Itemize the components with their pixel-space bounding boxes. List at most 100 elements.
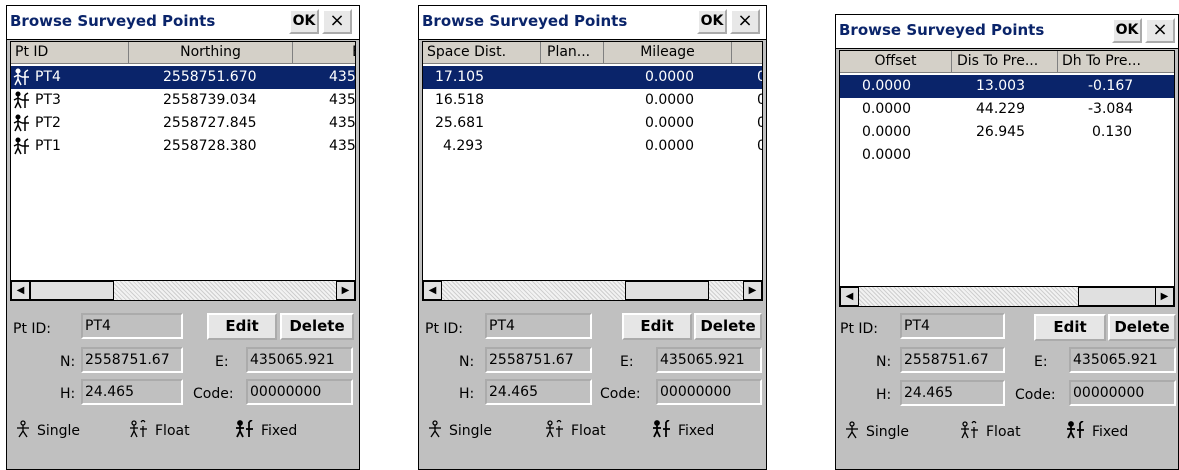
- column-header-pt-id[interactable]: Pt ID: [11, 42, 129, 64]
- cell-northing: 2558728.380: [163, 138, 257, 154]
- height-label: H:: [876, 387, 892, 403]
- code-field[interactable]: 00000000: [246, 379, 353, 405]
- delete-button[interactable]: Delete: [694, 313, 762, 340]
- table-row[interactable]: 0.0000 26.945 0.130: [840, 121, 1174, 144]
- cell-pt-id: PT3: [35, 92, 61, 108]
- easting-field[interactable]: 435065.921: [246, 347, 353, 373]
- legend-float-label: Float: [571, 423, 606, 439]
- easting-field[interactable]: 435065.921: [656, 347, 762, 373]
- edit-button[interactable]: Edit: [622, 313, 692, 340]
- cell-easting: 435: [329, 138, 356, 154]
- scroll-right-icon[interactable]: ▶: [1155, 287, 1174, 306]
- ok-button[interactable]: OK: [697, 9, 727, 34]
- column-header-offset[interactable]: Offset: [840, 51, 952, 73]
- column-header-northing[interactable]: Northing: [129, 42, 293, 64]
- pt-id-field[interactable]: PT4: [81, 313, 183, 339]
- cell-extra: 0: [757, 66, 762, 89]
- pt-id-label: Pt ID:: [425, 321, 464, 337]
- cell-easting: 435: [329, 69, 356, 85]
- height-field[interactable]: 24.465: [900, 380, 1005, 406]
- column-header-dh-to-pre[interactable]: Dh To Pre...: [1058, 51, 1174, 73]
- table-row[interactable]: PT3 2558739.034 435: [11, 89, 355, 112]
- window-title: Browse Surveyed Points: [422, 12, 628, 30]
- cell-mileage: 0.0000: [645, 115, 694, 131]
- legend-single-label: Single: [37, 423, 81, 439]
- points-list[interactable]: Pt ID Northing E PT4 2558751.670 435 PT3…: [10, 41, 356, 301]
- table-row[interactable]: PT4 2558751.670 435: [11, 66, 355, 89]
- float-point-icon: [960, 420, 980, 443]
- legend-fixed-label: Fixed: [261, 423, 298, 439]
- height-label: H:: [459, 386, 475, 402]
- fixed-point-icon: [1066, 420, 1086, 443]
- northing-field[interactable]: 2558751.67: [900, 347, 1005, 373]
- ok-button[interactable]: OK: [1112, 18, 1142, 43]
- cell-mileage: 0.0000: [645, 69, 694, 85]
- scrollbar-thumb[interactable]: [30, 281, 114, 300]
- scroll-right-icon[interactable]: ▶: [336, 281, 355, 300]
- pt-id-label: Pt ID:: [840, 321, 879, 337]
- scroll-right-icon[interactable]: ▶: [743, 281, 762, 300]
- table-row[interactable]: 16.518 0.0000 0: [423, 89, 762, 112]
- legend-fixed-label: Fixed: [1092, 424, 1129, 440]
- single-point-icon: [427, 420, 443, 442]
- scroll-left-icon[interactable]: ◀: [840, 287, 859, 306]
- column-header-dis-to-pre[interactable]: Dis To Pre...: [952, 51, 1058, 73]
- northing-field[interactable]: 2558751.67: [485, 347, 592, 373]
- cell-northing: 2558739.034: [163, 92, 257, 108]
- fixed-point-icon: [235, 419, 255, 442]
- delete-button[interactable]: Delete: [280, 313, 354, 340]
- scroll-left-icon[interactable]: ◀: [11, 281, 30, 300]
- table-row[interactable]: 0.0000 13.003 -0.167: [840, 75, 1174, 98]
- scrollbar-thumb[interactable]: [1078, 287, 1158, 306]
- table-row[interactable]: 25.681 0.0000 0: [423, 112, 762, 135]
- edit-button[interactable]: Edit: [1034, 314, 1106, 341]
- column-header-mileage[interactable]: Mileage: [604, 42, 732, 64]
- column-header-extra[interactable]: [732, 42, 762, 64]
- column-header-easting[interactable]: E: [293, 42, 355, 64]
- delete-button[interactable]: Delete: [1108, 314, 1176, 341]
- legend-fixed-label: Fixed: [678, 423, 715, 439]
- cell-pt-id: PT2: [35, 115, 61, 131]
- table-row[interactable]: 0.0000: [840, 144, 1174, 167]
- horizontal-scrollbar[interactable]: ◀ ▶: [840, 286, 1174, 306]
- horizontal-scrollbar[interactable]: ◀ ▶: [423, 280, 762, 300]
- northing-field[interactable]: 2558751.67: [81, 347, 183, 373]
- points-list[interactable]: Space Dist. Plan... Mileage 17.105 0.000…: [422, 41, 763, 301]
- column-header-space-dist[interactable]: Space Dist.: [423, 42, 541, 64]
- table-row[interactable]: PT1 2558728.380 435: [11, 135, 355, 158]
- scrollbar-thumb[interactable]: [625, 281, 709, 300]
- points-list[interactable]: Offset Dis To Pre... Dh To Pre... 0.0000…: [839, 50, 1175, 307]
- table-row[interactable]: 17.105 0.0000 0: [423, 66, 762, 89]
- legend-fixed: Fixed: [652, 419, 715, 442]
- legend-single: Single: [15, 420, 80, 442]
- height-field[interactable]: 24.465: [81, 379, 183, 405]
- close-button[interactable]: ×: [1145, 18, 1175, 43]
- edit-button[interactable]: Edit: [207, 313, 277, 340]
- table-row[interactable]: 4.293 0.0000 0: [423, 135, 762, 158]
- cell-space-dist: 4.293: [443, 138, 484, 154]
- northing-label: N:: [876, 354, 892, 370]
- table-row[interactable]: 0.0000 44.229 -3.084: [840, 98, 1174, 121]
- close-button[interactable]: ×: [730, 9, 760, 34]
- horizontal-scrollbar[interactable]: ◀ ▶: [11, 280, 355, 300]
- close-button[interactable]: ×: [322, 9, 352, 34]
- code-field[interactable]: 00000000: [656, 379, 762, 405]
- pt-id-field[interactable]: PT4: [485, 313, 592, 339]
- cell-mileage: 0.0000: [645, 92, 694, 108]
- table-row[interactable]: PT2 2558727.845 435: [11, 112, 355, 135]
- column-header-plan[interactable]: Plan...: [541, 42, 604, 64]
- window-title: Browse Surveyed Points: [10, 12, 216, 30]
- legend-float: Float: [129, 419, 190, 442]
- scroll-left-icon[interactable]: ◀: [423, 281, 442, 300]
- float-point-icon: [545, 419, 565, 442]
- easting-field[interactable]: 435065.921: [1069, 347, 1176, 373]
- height-field[interactable]: 24.465: [485, 379, 592, 405]
- pt-id-field[interactable]: PT4: [900, 313, 1005, 339]
- ok-button[interactable]: OK: [289, 9, 319, 34]
- code-field[interactable]: 00000000: [1069, 380, 1176, 406]
- northing-label: N:: [60, 354, 76, 370]
- legend-float: Float: [545, 419, 606, 442]
- legend-single-label: Single: [866, 424, 910, 440]
- single-point-icon: [844, 421, 860, 443]
- code-label: Code:: [1015, 387, 1056, 403]
